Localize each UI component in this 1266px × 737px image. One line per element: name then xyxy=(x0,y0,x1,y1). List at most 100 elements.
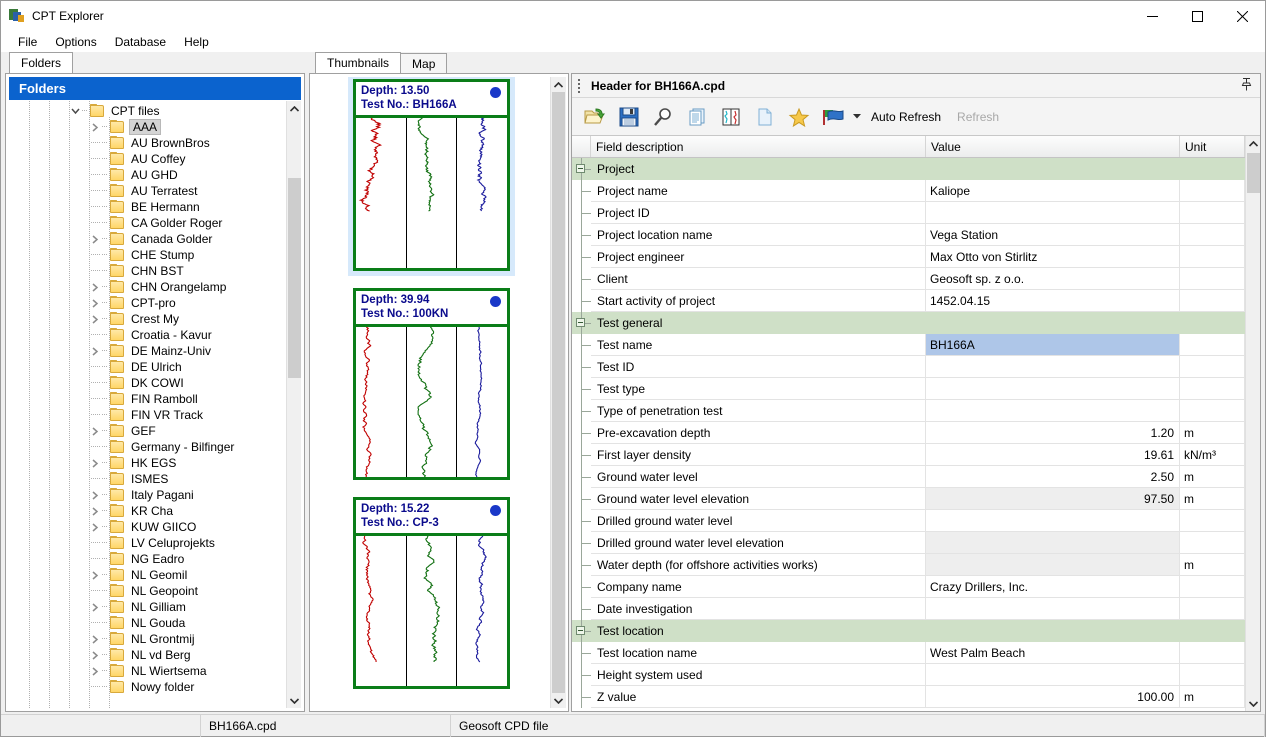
grid-row[interactable]: Z value100.00m xyxy=(572,686,1245,708)
folder-tree[interactable]: CPT filesAAAAU BrownBrosAU CoffeyAU GHDA… xyxy=(9,101,286,708)
tree-node[interactable]: Canada Golder xyxy=(9,231,286,247)
thumbnail-item[interactable]: Depth: 39.94Test No.: 100KN xyxy=(353,288,510,480)
grid-cell-value[interactable] xyxy=(926,598,1180,620)
grid-row[interactable]: Height system used xyxy=(572,664,1245,686)
scroll-down-icon[interactable] xyxy=(551,693,566,708)
tab-thumbnails[interactable]: Thumbnails xyxy=(315,52,401,73)
grid-row[interactable]: Water depth (for offshore activities wor… xyxy=(572,554,1245,576)
chevron-right-icon[interactable] xyxy=(89,299,102,308)
tree-node[interactable]: AU GHD xyxy=(9,167,286,183)
menu-database[interactable]: Database xyxy=(106,33,175,51)
tree-node[interactable]: KUW GIICO xyxy=(9,519,286,535)
grid-row[interactable]: Project ID xyxy=(572,202,1245,224)
favorite-star-icon[interactable] xyxy=(782,100,816,134)
chevron-down-icon[interactable] xyxy=(69,108,82,115)
copy-documents-icon[interactable] xyxy=(680,100,714,134)
folder-tree-scrollbar[interactable] xyxy=(286,101,301,708)
grid-scroll-track[interactable] xyxy=(1246,151,1261,696)
grid-cell-value[interactable] xyxy=(926,532,1180,554)
tree-node[interactable]: AU BrownBros xyxy=(9,135,286,151)
chevron-right-icon[interactable] xyxy=(89,459,102,468)
chevron-right-icon[interactable] xyxy=(89,523,102,532)
grid-row[interactable]: Ground water level elevation97.50m xyxy=(572,488,1245,510)
close-icon[interactable] xyxy=(1220,1,1265,31)
tree-node[interactable]: NL Geopoint xyxy=(9,583,286,599)
folder-scroll-thumb[interactable] xyxy=(288,178,301,378)
tree-node[interactable]: CPT-pro xyxy=(9,295,286,311)
chevron-right-icon[interactable] xyxy=(89,635,102,644)
tree-node[interactable]: HK EGS xyxy=(9,455,286,471)
grid-row[interactable]: Project nameKaliope xyxy=(572,180,1245,202)
tree-node[interactable]: NL Grontmij xyxy=(9,631,286,647)
collapse-expander-icon[interactable] xyxy=(576,164,585,173)
grid-cell-value[interactable]: BH166A xyxy=(926,334,1180,356)
grid-cell-value[interactable] xyxy=(926,356,1180,378)
chevron-down-icon[interactable] xyxy=(850,100,863,134)
tree-node[interactable]: NL vd Berg xyxy=(9,647,286,663)
grid-row[interactable]: Drilled ground water level xyxy=(572,510,1245,532)
chevron-right-icon[interactable] xyxy=(89,315,102,324)
tree-node[interactable]: AAA xyxy=(9,119,286,135)
grid-cell-value[interactable]: Vega Station xyxy=(926,224,1180,246)
grid-row[interactable]: First layer density19.61kN/m³ xyxy=(572,444,1245,466)
grid-cell-value[interactable]: 97.50 xyxy=(926,488,1180,510)
tree-node[interactable]: DE Ulrich xyxy=(9,359,286,375)
pin-icon[interactable] xyxy=(1241,78,1252,94)
tree-node[interactable]: FIN VR Track xyxy=(9,407,286,423)
grid-section-row[interactable]: Project xyxy=(572,158,1245,180)
tree-node[interactable]: Crest My xyxy=(9,311,286,327)
tree-node[interactable]: Italy Pagani xyxy=(9,487,286,503)
thumbnails-scroll-track[interactable] xyxy=(551,92,566,693)
grid-cell-value[interactable] xyxy=(926,400,1180,422)
grid-row[interactable]: Start activity of project1452.04.15 xyxy=(572,290,1245,312)
grid-row[interactable]: Type of penetration test xyxy=(572,400,1245,422)
tree-node[interactable]: DE Mainz-Univ xyxy=(9,343,286,359)
chevron-right-icon[interactable] xyxy=(89,571,102,580)
grid-cell-value[interactable]: West Palm Beach xyxy=(926,642,1180,664)
thumbnail-item[interactable]: Depth: 15.22Test No.: CP-3 xyxy=(353,497,510,689)
thumbnails-scroll-thumb[interactable] xyxy=(552,92,565,693)
menu-file[interactable]: File xyxy=(9,33,46,51)
tab-folders[interactable]: Folders xyxy=(9,52,73,73)
chevron-right-icon[interactable] xyxy=(89,235,102,244)
grid-cell-value[interactable]: 100.00 xyxy=(926,686,1180,708)
grid-cell-value[interactable]: 19.61 xyxy=(926,444,1180,466)
grid-cell-value[interactable] xyxy=(926,554,1180,576)
menu-options[interactable]: Options xyxy=(46,33,105,51)
tree-node[interactable]: AU Coffey xyxy=(9,151,286,167)
grid-body[interactable]: ProjectProject nameKaliopeProject ID Proj… xyxy=(572,158,1245,711)
flag-icon[interactable] xyxy=(816,100,850,134)
tree-node[interactable]: AU Terratest xyxy=(9,183,286,199)
grid-row[interactable]: Test nameBH166A xyxy=(572,334,1245,356)
grid-row[interactable]: Test ID xyxy=(572,356,1245,378)
tree-node[interactable]: FIN Ramboll xyxy=(9,391,286,407)
chevron-right-icon[interactable] xyxy=(89,491,102,500)
collapse-expander-icon[interactable] xyxy=(576,318,585,327)
chevron-right-icon[interactable] xyxy=(89,123,102,132)
column-header-unit[interactable]: Unit xyxy=(1180,136,1245,157)
tree-node[interactable]: CPT files xyxy=(9,103,286,119)
grid-row[interactable]: Pre-excavation depth1.20m xyxy=(572,422,1245,444)
grid-cell-value[interactable]: 1.20 xyxy=(926,422,1180,444)
tab-map[interactable]: Map xyxy=(400,53,447,73)
minimize-icon[interactable] xyxy=(1130,1,1175,31)
chevron-right-icon[interactable] xyxy=(89,603,102,612)
grid-cell-value[interactable] xyxy=(926,664,1180,686)
grid-row[interactable]: ClientGeosoft sp. z o.o. xyxy=(572,268,1245,290)
scroll-down-icon[interactable] xyxy=(1246,696,1261,711)
tree-node[interactable]: NL Gilliam xyxy=(9,599,286,615)
grid-cell-value[interactable]: 1452.04.15 xyxy=(926,290,1180,312)
scroll-down-icon[interactable] xyxy=(287,693,302,708)
grid-cell-value[interactable] xyxy=(926,510,1180,532)
tree-node[interactable]: DK COWI xyxy=(9,375,286,391)
tree-node[interactable]: NL Geomil xyxy=(9,567,286,583)
chevron-right-icon[interactable] xyxy=(89,667,102,676)
grid-cell-value[interactable] xyxy=(926,202,1180,224)
grid-section-row[interactable]: Test general xyxy=(572,312,1245,334)
grid-scrollbar[interactable] xyxy=(1245,136,1260,711)
grid-cell-value[interactable]: Max Otto von Stirlitz xyxy=(926,246,1180,268)
grid-row[interactable]: Project engineerMax Otto von Stirlitz xyxy=(572,246,1245,268)
chevron-right-icon[interactable] xyxy=(89,283,102,292)
chevron-right-icon[interactable] xyxy=(89,651,102,660)
drag-grip-icon[interactable] xyxy=(578,79,586,93)
